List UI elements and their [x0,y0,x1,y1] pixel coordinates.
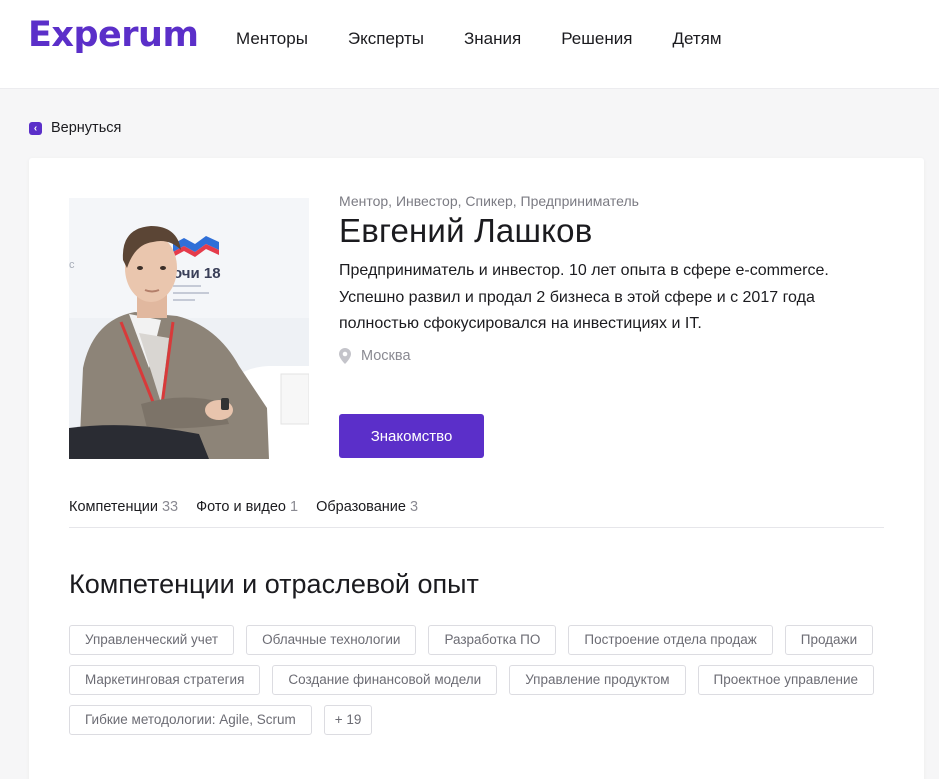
tag-management-accounting[interactable]: Управленческий учет [69,625,235,655]
main-nav: Менторы Эксперты Знания Решения Детям [236,29,762,49]
back-link[interactable]: ‹ Вернуться [29,120,121,136]
tag-sales[interactable]: Продажи [784,625,874,655]
tag-marketing-strategy[interactable]: Маркетинговая стратегия [69,665,261,695]
photo-backdrop-fragment: с [69,259,75,271]
tab-label: Компетенции [69,499,158,515]
experum-logo[interactable]: Experum [28,15,199,55]
tab-count: 3 [409,499,419,515]
profile-bio: Предприниматель и инвестор. 10 лет опыта… [339,262,829,332]
photo-event-label: очи 18 [173,265,221,282]
profile-name: Евгений Лашков [339,212,593,249]
tab-label: Образование [316,499,406,515]
meet-button[interactable]: Знакомство [339,414,484,458]
site-header: Experum Менторы Эксперты Знания Решения … [0,0,939,89]
tag-row: Гибкие методологии: Agile, Scrum + 19 [69,705,899,735]
nav-item-experts[interactable]: Эксперты [348,29,424,49]
tag-row: Маркетинговая стратегия Создание финансо… [69,665,899,695]
competency-tags: Управленческий учет Облачные технологии … [69,625,899,745]
back-link-label: Вернуться [51,120,122,136]
profile-photo: очи 18 с [69,198,309,459]
nav-item-solutions[interactable]: Решения [561,29,632,49]
more-tags-button[interactable]: + 19 [323,705,373,735]
location-city: Москва [361,348,411,364]
profile-location: Москва [339,348,411,364]
chevron-left-icon: ‹ [29,121,42,135]
tag-agile-scrum[interactable]: Гибкие методологии: Agile, Scrum [69,705,312,735]
nav-item-knowledge[interactable]: Знания [464,29,521,49]
nav-item-mentors[interactable]: Менторы [236,29,308,49]
profile-roles: Ментор, Инвестор, Спикер, Предпринимател… [339,193,639,209]
tab-label: Фото и видео [196,499,286,515]
map-pin-icon [339,348,351,364]
tag-financial-model[interactable]: Создание финансовой модели [272,665,498,695]
tag-row: Управленческий учет Облачные технологии … [69,625,899,655]
tag-software-development[interactable]: Разработка ПО [428,625,557,655]
tag-project-management[interactable]: Проектное управление [697,665,875,695]
tab-photo-video[interactable]: Фото и видео 1 [196,499,298,527]
tab-count: 1 [289,499,299,515]
profile-card: очи 18 с Ментор, Инвестор, Спикер, Предп… [29,158,924,779]
tab-count: 33 [161,499,179,515]
nav-item-kids[interactable]: Детям [672,29,721,49]
tag-sales-department[interactable]: Построение отдела продаж [568,625,773,655]
profile-tabs: Компетенции 33 Фото и видео 1 Образование 3 [69,499,884,528]
tab-education[interactable]: Образование 3 [316,499,418,527]
tag-product-management[interactable]: Управление продуктом [509,665,686,695]
tab-competencies[interactable]: Компетенции 33 [69,499,178,527]
competencies-heading: Компетенции и отраслевой опыт [69,569,479,599]
tag-cloud-technologies[interactable]: Облачные технологии [246,625,417,655]
